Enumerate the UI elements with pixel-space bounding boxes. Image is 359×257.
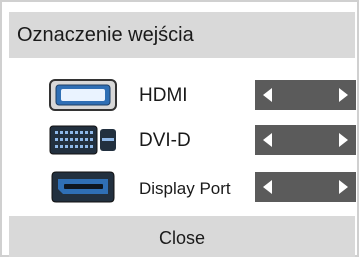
- input-label: HDMI: [139, 85, 188, 106]
- close-button[interactable]: Close: [9, 216, 355, 257]
- dvi-port-icon: [47, 123, 119, 157]
- hdmi-selector[interactable]: [255, 80, 356, 110]
- arrow-right-icon[interactable]: [332, 172, 356, 202]
- dvi-selector[interactable]: [255, 125, 356, 155]
- input-row-dvi: DVI-D: [2, 123, 359, 157]
- arrow-right-icon[interactable]: [332, 125, 356, 155]
- panel-header: Oznaczenie wejścia: [9, 12, 355, 58]
- input-row-displayport: Display Port: [2, 170, 359, 204]
- arrow-left-icon[interactable]: [255, 172, 279, 202]
- arrow-left-icon[interactable]: [255, 80, 279, 110]
- arrow-right-icon[interactable]: [332, 80, 356, 110]
- input-label: Display Port: [139, 179, 231, 198]
- input-label-panel: Oznaczenie wejścia HDMI DVI-D Display Po…: [0, 0, 359, 257]
- arrow-left-icon[interactable]: [255, 125, 279, 155]
- input-row-hdmi: HDMI: [2, 78, 359, 112]
- displayport-port-icon: [47, 170, 119, 204]
- hdmi-port-icon: [47, 78, 119, 112]
- close-button-label: Close: [158, 228, 206, 248]
- panel-title: Oznaczenie wejścia: [17, 24, 194, 46]
- input-label: DVI-D: [139, 130, 191, 151]
- displayport-selector[interactable]: [255, 172, 356, 202]
